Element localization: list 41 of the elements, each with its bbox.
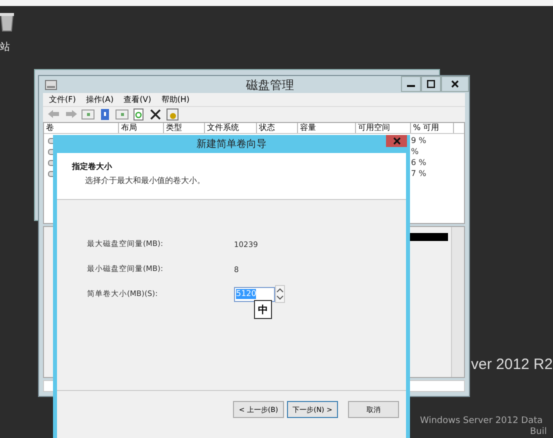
panel-icon[interactable]	[81, 108, 95, 121]
column-header[interactable]: 文件系统	[205, 123, 257, 133]
column-header[interactable]: % 可用	[411, 123, 454, 133]
build-text: Buil	[530, 427, 547, 437]
step-description: 选择介于最大和最小值的卷大小。	[85, 175, 206, 186]
column-header[interactable]: 可用空间	[356, 123, 411, 133]
spin-buttons[interactable]	[275, 285, 285, 303]
table-cell: 6 %	[411, 158, 426, 167]
delete-icon[interactable]	[149, 108, 163, 121]
maximize-button[interactable]	[421, 76, 441, 92]
input-method-indicator: 中	[254, 300, 272, 319]
table-cell-text: %	[411, 147, 420, 156]
column-header[interactable]: 卷	[44, 123, 119, 133]
brand-text: ver 2012 R2	[471, 356, 553, 373]
column-header[interactable]: 类型	[164, 123, 205, 133]
table-cell: 7 %	[411, 169, 426, 178]
close-icon	[451, 80, 459, 88]
dialog-title: 新建简单卷向导	[196, 138, 266, 151]
step-heading: 指定卷大小	[72, 161, 113, 172]
column-header[interactable]: 布局	[119, 123, 164, 133]
recycle-bin-icon[interactable]	[0, 12, 14, 32]
menu-item[interactable]: 帮助(H)	[161, 94, 190, 105]
maximize-icon	[427, 80, 435, 88]
icon-label: 站	[0, 40, 10, 54]
partition-bar	[408, 233, 448, 241]
refresh-icon[interactable]	[132, 108, 146, 121]
close-button[interactable]	[441, 76, 469, 92]
panel-icon[interactable]	[115, 108, 129, 121]
scroll-bar[interactable]	[451, 227, 464, 377]
help-icon[interactable]	[98, 108, 112, 121]
column-header[interactable]: 状态	[257, 123, 298, 133]
table-cell: 9 %	[411, 136, 426, 145]
column-header[interactable]: 容量	[298, 123, 356, 133]
minimize-button[interactable]	[401, 76, 421, 92]
window-title: 磁盘管理	[246, 77, 294, 94]
menu-item[interactable]: 操作(A)	[86, 94, 114, 105]
edition-text: Windows Server 2012 Data	[420, 416, 543, 426]
close-icon	[392, 137, 400, 145]
menu-item[interactable]: 查看(V)	[124, 94, 152, 105]
properties-icon[interactable]	[166, 108, 180, 121]
menu-item[interactable]: 文件(F)	[49, 94, 76, 105]
